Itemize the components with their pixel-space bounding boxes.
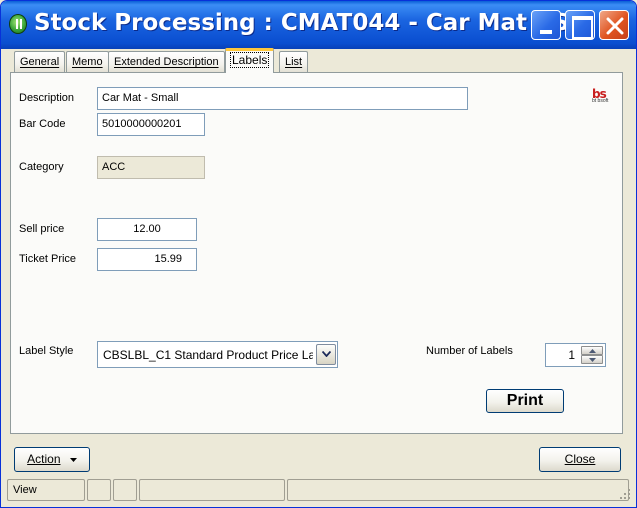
stock-processing-window: Stock Processing : CMAT044 - Car Mat - S…: [0, 0, 637, 508]
close-button[interactable]: Close: [539, 447, 621, 472]
status-pane-5: [287, 479, 629, 501]
status-pane-4: [139, 479, 285, 501]
category-label: Category: [19, 161, 64, 173]
number-of-labels-value: 1: [568, 348, 575, 362]
minimize-button[interactable]: [531, 10, 561, 40]
barcode-label: Bar Code: [19, 118, 66, 130]
app-icon[interactable]: [9, 14, 27, 34]
resize-grip-icon[interactable]: [619, 488, 631, 500]
status-pane-2: [87, 479, 111, 501]
spin-up-button[interactable]: [581, 346, 603, 355]
arrow-down-icon: [589, 358, 596, 362]
sell-price-label: Sell price: [19, 223, 65, 235]
action-button-label: Action: [27, 452, 61, 466]
label-style-label: Label Style: [19, 345, 74, 357]
tab-general[interactable]: General: [14, 51, 66, 72]
caret-down-icon: [69, 457, 77, 462]
ticket-price-field[interactable]: 15.99: [97, 248, 197, 271]
window-title: Stock Processing : CMAT044 - Car Mat - S…: [34, 10, 596, 36]
barcode-field[interactable]: 5010000000201: [97, 113, 205, 136]
tab-list[interactable]: List: [279, 51, 309, 72]
tab-labels-label: Labels: [229, 52, 270, 68]
tab-memo[interactable]: Memo: [66, 51, 109, 72]
label-style-value: CBSLBL_C1 Standard Product Price Label: [103, 348, 313, 362]
description-label: Description: [19, 92, 75, 104]
tab-labels[interactable]: Labels: [225, 48, 275, 73]
action-menu-button[interactable]: Action: [14, 447, 90, 472]
tab-extended-description[interactable]: Extended Description: [108, 51, 225, 72]
close-button-label: Close: [564, 452, 596, 466]
status-pane-3: [113, 479, 137, 501]
sell-price-field[interactable]: 12.00: [97, 218, 197, 241]
print-button[interactable]: Print: [486, 389, 564, 413]
close-icon: [606, 17, 624, 35]
status-bar: View: [4, 479, 633, 503]
number-of-labels-spinner[interactable]: 1: [545, 343, 606, 367]
maximize-button[interactable]: [565, 10, 595, 40]
number-of-labels-label: Number of Labels: [426, 345, 513, 357]
chevron-down-icon: [322, 351, 331, 357]
category-field: ACC: [97, 156, 205, 179]
ticket-price-label: Ticket Price: [19, 253, 77, 265]
status-mode: View: [7, 479, 85, 501]
dropdown-arrow-button[interactable]: [316, 344, 336, 365]
arrow-up-icon: [589, 349, 596, 353]
close-window-button[interactable]: [599, 10, 629, 40]
company-logo: bs bt bsoft: [592, 88, 614, 105]
logo-subtext: bt bsoft: [592, 98, 609, 104]
label-style-dropdown[interactable]: CBSLBL_C1 Standard Product Price Label: [97, 341, 338, 368]
description-field[interactable]: Car Mat - Small: [97, 87, 468, 110]
title-bar[interactable]: Stock Processing : CMAT044 - Car Mat - S…: [1, 1, 636, 49]
spin-down-button[interactable]: [581, 355, 603, 364]
